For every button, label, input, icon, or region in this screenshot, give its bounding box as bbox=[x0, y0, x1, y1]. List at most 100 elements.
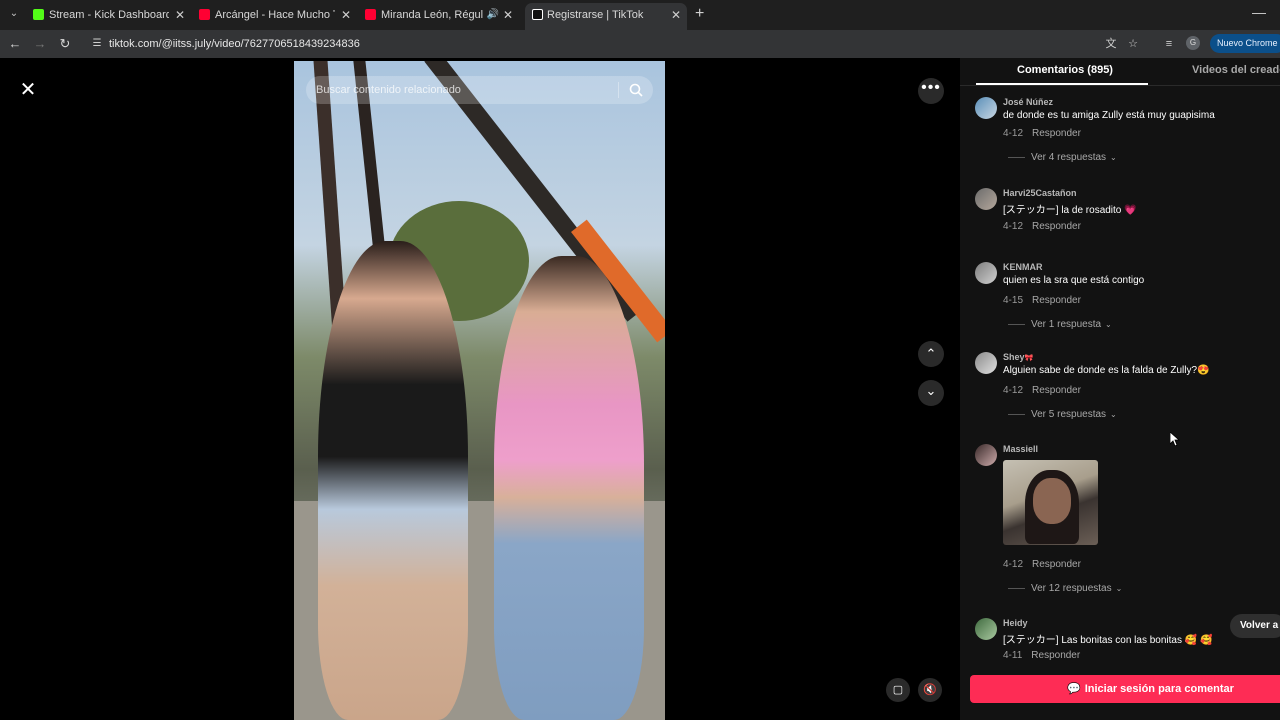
reply-button[interactable]: Responder bbox=[1032, 128, 1081, 139]
login-to-comment-button[interactable]: 💬 Iniciar sesión para comentar bbox=[970, 675, 1280, 703]
comment-username[interactable]: Massiell bbox=[1003, 444, 1038, 454]
previous-video-chevron-up-icon[interactable]: ⌃ bbox=[918, 341, 944, 367]
reply-button[interactable]: Responder bbox=[1032, 221, 1081, 232]
avatar[interactable] bbox=[975, 444, 997, 466]
chevron-down-icon: ⌄ bbox=[1110, 153, 1117, 162]
tab-search-chevron-icon[interactable]: ⌄ bbox=[6, 6, 22, 22]
reply-button[interactable]: Responder bbox=[1032, 385, 1081, 396]
heart-eyes-emoji: 😍 bbox=[1197, 365, 1210, 376]
chevron-down-icon: ⌄ bbox=[1115, 584, 1123, 593]
back-arrow-icon[interactable]: ← bbox=[7, 36, 23, 52]
comment-item: José Núñez de donde es tu amiga Zully es… bbox=[974, 97, 1274, 167]
window-minimize-icon[interactable]: — bbox=[1252, 4, 1266, 20]
search-divider bbox=[618, 82, 619, 98]
tab-miranda-leon[interactable]: Miranda León, Régulo Molina 🔊 ✕ bbox=[365, 3, 519, 27]
close-tab-icon[interactable]: ✕ bbox=[671, 3, 681, 27]
person-right bbox=[494, 256, 644, 720]
comment-username[interactable]: KENMAR bbox=[1003, 262, 1043, 272]
comment-username[interactable]: José Núñez bbox=[1003, 97, 1053, 107]
avatar[interactable] bbox=[975, 262, 997, 284]
panel-tabs: Comentarios (895) Videos del creador bbox=[960, 58, 1280, 86]
comment-text: de donde es tu amiga Zully está muy guap… bbox=[1003, 110, 1215, 121]
bookmark-star-icon[interactable]: ☆ bbox=[1126, 37, 1140, 51]
url-text[interactable]: tiktok.com/@iitss.july/video/76277065184… bbox=[109, 33, 360, 55]
comment-username[interactable]: Harvi25Castañon bbox=[1003, 188, 1077, 198]
media-controls-icon[interactable]: ≡ bbox=[1162, 37, 1176, 51]
site-info-icon[interactable]: ☰ bbox=[90, 37, 104, 51]
reply-button[interactable]: Responder bbox=[1032, 559, 1081, 570]
search-input[interactable] bbox=[316, 76, 616, 104]
comment-username[interactable]: Shey🎀 bbox=[1003, 352, 1033, 362]
tab-arcangel[interactable]: Arcángel - Hace Mucho Tiempo ✕ bbox=[199, 3, 357, 27]
audio-playing-icon[interactable]: 🔊 bbox=[487, 3, 499, 27]
related-search-box[interactable] bbox=[306, 76, 653, 104]
avatar[interactable] bbox=[975, 188, 997, 210]
close-icon[interactable]: ✕ bbox=[16, 78, 40, 102]
comment-text: [ステッカー] la de rosadito 💗 bbox=[1003, 205, 1137, 216]
video-stage: ✕ ••• ⌃ ⌄ ▢ 🔇 bbox=[0, 58, 960, 720]
divider-line bbox=[1008, 323, 1025, 325]
floating-player-icon[interactable]: ▢ bbox=[886, 678, 910, 702]
comment-meta: 4-12 Responder bbox=[1003, 385, 1081, 396]
divider-line bbox=[1008, 587, 1025, 589]
view-replies-button[interactable]: Ver 4 respuestas ⌄ bbox=[1008, 152, 1117, 163]
photo-face bbox=[1033, 478, 1071, 524]
comment-item: Shey🎀 Alguien sabe de donde es la falda … bbox=[974, 352, 1274, 422]
comment-meta: 4-12 Responder bbox=[1003, 559, 1081, 570]
close-tab-icon[interactable]: ✕ bbox=[503, 3, 513, 27]
avatar[interactable] bbox=[975, 618, 997, 640]
more-options-icon[interactable]: ••• bbox=[918, 78, 944, 104]
tab-kick-dashboard[interactable]: Stream - Kick Dashboard ✕ bbox=[33, 3, 191, 27]
translate-icon[interactable]: 文 bbox=[1104, 37, 1118, 51]
next-video-chevron-down-icon[interactable]: ⌄ bbox=[918, 380, 944, 406]
avatar[interactable] bbox=[975, 97, 997, 119]
new-chrome-button[interactable]: Nuevo Chrome d bbox=[1210, 34, 1280, 53]
divider-line bbox=[1008, 156, 1025, 158]
avatar[interactable] bbox=[975, 352, 997, 374]
search-icon[interactable] bbox=[628, 82, 644, 98]
comment-meta: 4-12 Responder bbox=[1003, 128, 1081, 139]
comment-photo-attachment[interactable] bbox=[1003, 460, 1098, 545]
close-tab-icon[interactable]: ✕ bbox=[175, 3, 185, 27]
person-left bbox=[318, 241, 468, 720]
browser-tab-bar: ⌄ Stream - Kick Dashboard ✕ Arcángel - H… bbox=[0, 0, 1280, 30]
back-to-top-button[interactable]: Volver a bbox=[1230, 614, 1280, 638]
reply-button[interactable]: Responder bbox=[1032, 295, 1081, 306]
view-replies-button[interactable]: Ver 1 respuesta ⌄ bbox=[1008, 319, 1112, 330]
comment-meta: 4-11 Responder bbox=[1003, 650, 1080, 661]
close-tab-icon[interactable]: ✕ bbox=[341, 3, 351, 27]
reload-icon[interactable]: ↻ bbox=[57, 36, 73, 52]
smiling-hearts-emoji: 🥰 🥰 bbox=[1184, 635, 1213, 646]
chevron-down-icon: ⌄ bbox=[1105, 320, 1112, 329]
comment-text: Alguien sabe de donde es la falda de Zul… bbox=[1003, 365, 1210, 376]
comment-bubble-icon: 💬 bbox=[1067, 683, 1081, 695]
comment-username[interactable]: Heidy bbox=[1003, 618, 1028, 628]
comment-text: quien es la sra que está contigo bbox=[1003, 275, 1145, 286]
reply-button[interactable]: Responder bbox=[1031, 650, 1080, 661]
profile-avatar[interactable]: G bbox=[1186, 36, 1200, 50]
new-tab-plus-icon[interactable]: + bbox=[695, 4, 704, 24]
address-bar[interactable]: ☰ tiktok.com/@iitss.july/video/762770651… bbox=[82, 33, 1150, 55]
comment-date: 4-12 bbox=[1003, 559, 1024, 570]
kick-icon bbox=[33, 9, 44, 20]
video-player[interactable] bbox=[294, 61, 665, 720]
mouse-cursor-icon bbox=[1170, 432, 1180, 446]
comment-date: 4-12 bbox=[1003, 221, 1024, 232]
tab-creator-videos[interactable]: Videos del creador bbox=[1192, 64, 1280, 76]
chevron-down-icon: ⌄ bbox=[1110, 410, 1117, 419]
youtube-icon bbox=[365, 9, 376, 20]
mute-icon[interactable]: 🔇 bbox=[918, 678, 942, 702]
forward-arrow-icon[interactable]: → bbox=[32, 36, 48, 52]
comment-date: 4-15 bbox=[1003, 295, 1024, 306]
tab-comments[interactable]: Comentarios (895) bbox=[1017, 64, 1113, 76]
view-replies-button[interactable]: Ver 12 respuestas ⌄ bbox=[1008, 583, 1122, 594]
comment-item: Harvi25Castañon [ステッカー] la de rosadito 💗… bbox=[974, 188, 1274, 238]
active-tab-indicator bbox=[976, 83, 1148, 85]
tab-tiktok-register[interactable]: Registrarse | TikTok ✕ bbox=[525, 3, 687, 30]
view-replies-button[interactable]: Ver 5 respuestas ⌄ bbox=[1008, 409, 1117, 420]
comment-date: 4-12 bbox=[1003, 385, 1024, 396]
pink-heart-emoji: 💗 bbox=[1124, 205, 1137, 216]
divider-line bbox=[1008, 413, 1025, 415]
bow-emoji: 🎀 bbox=[1024, 355, 1034, 362]
comment-item: Heidy [ステッカー] Las bonitas con las bonita… bbox=[974, 618, 1274, 662]
